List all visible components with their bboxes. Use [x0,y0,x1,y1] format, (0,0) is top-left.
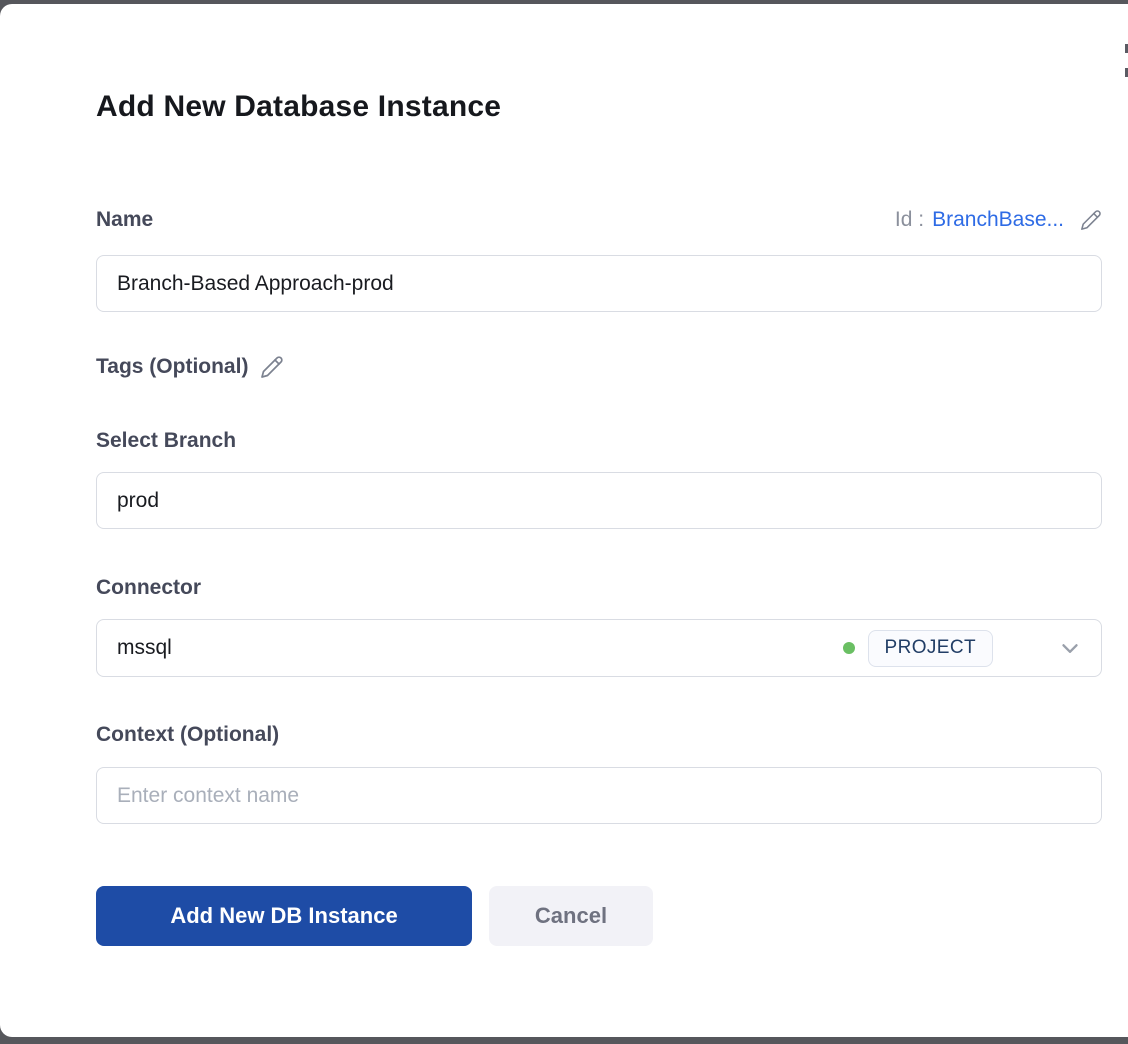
add-db-instance-button[interactable]: Add New DB Instance [96,886,472,946]
instance-id-group: Id : BranchBase... [895,208,1102,232]
tags-row: Tags (Optional) [96,355,1102,379]
connector-label-row: Connector [96,576,1102,600]
connector-status-dot [843,642,855,654]
cancel-button[interactable]: Cancel [489,886,653,946]
context-input[interactable] [96,767,1102,824]
name-input[interactable] [96,255,1102,312]
dialog-title: Add New Database Instance [96,90,501,124]
connector-value: mssql [117,636,843,660]
add-db-instance-dialog: Add New Database Instance Name Id : Bran… [0,4,1128,1037]
dialog-actions: Add New DB Instance Cancel [96,886,653,946]
connector-select[interactable]: mssql PROJECT [96,619,1102,677]
name-label-row: Name Id : BranchBase... [96,208,1102,232]
edit-tags-pencil-icon[interactable] [260,355,284,379]
context-label-row: Context (Optional) [96,723,1102,747]
chevron-down-icon[interactable] [1057,635,1083,661]
name-label: Name [96,208,153,232]
branch-input[interactable] [96,472,1102,529]
id-prefix-label: Id : [895,208,924,232]
connector-scope-badge: PROJECT [868,630,993,667]
connector-label: Connector [96,576,201,600]
branch-label: Select Branch [96,429,236,453]
tags-label: Tags (Optional) [96,355,248,379]
instance-id-link[interactable]: BranchBase... [932,208,1064,232]
branch-label-row: Select Branch [96,429,1102,453]
edit-id-pencil-icon[interactable] [1080,209,1102,231]
context-label: Context (Optional) [96,723,279,747]
